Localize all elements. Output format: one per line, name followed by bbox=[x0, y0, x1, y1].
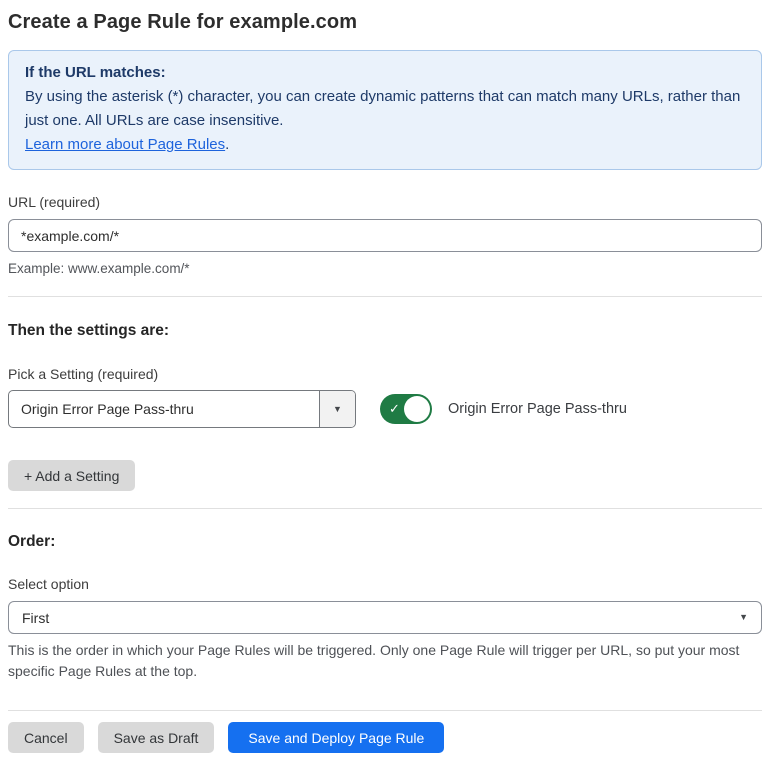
info-box-heading: If the URL matches: bbox=[25, 64, 166, 81]
url-match-info-box: If the URL matches: By using the asteris… bbox=[8, 50, 762, 170]
toggle-knob bbox=[404, 396, 430, 422]
info-box-body: By using the asterisk (*) character, you… bbox=[25, 88, 741, 129]
save-draft-button[interactable]: Save as Draft bbox=[97, 722, 215, 753]
check-icon: ✓ bbox=[389, 401, 400, 416]
setting-dropdown-value: Origin Error Page Pass-thru bbox=[21, 401, 194, 417]
setting-dropdown-arrow-button[interactable]: ▼ bbox=[319, 391, 355, 427]
url-label: URL (required) bbox=[8, 194, 101, 210]
setting-toggle-label: Origin Error Page Pass-thru bbox=[448, 401, 627, 417]
learn-more-link[interactable]: Learn more about Page Rules bbox=[25, 136, 225, 153]
cancel-button[interactable]: Cancel bbox=[8, 722, 84, 753]
save-deploy-button[interactable]: Save and Deploy Page Rule bbox=[228, 722, 445, 753]
page-rule-form: Create a Page Rule for example.com If th… bbox=[0, 0, 770, 765]
setting-dropdown[interactable]: Origin Error Page Pass-thru ▼ bbox=[8, 390, 356, 428]
chevron-down-icon: ▼ bbox=[739, 612, 748, 622]
order-select-value: First bbox=[22, 609, 50, 626]
chevron-down-icon: ▼ bbox=[333, 403, 342, 414]
settings-section-heading: Then the settings are: bbox=[8, 322, 170, 339]
divider bbox=[8, 296, 762, 297]
page-title: Create a Page Rule for example.com bbox=[8, 11, 358, 33]
order-section-heading: Order: bbox=[8, 533, 56, 550]
divider bbox=[8, 508, 762, 509]
divider bbox=[8, 710, 762, 711]
setting-toggle[interactable]: ✓ bbox=[380, 394, 432, 424]
footer-actions: Cancel Save as Draft Save and Deploy Pag… bbox=[8, 722, 762, 753]
order-select[interactable]: First ▼ bbox=[8, 601, 762, 634]
select-option-label: Select option bbox=[8, 576, 89, 592]
info-box-link-line: Learn more about Page Rules. bbox=[25, 133, 745, 157]
url-input[interactable] bbox=[8, 219, 762, 252]
setting-row: Origin Error Page Pass-thru ▼ ✓ Origin E… bbox=[8, 390, 762, 428]
order-helper-text: This is the order in which your Page Rul… bbox=[8, 642, 740, 679]
url-helper-text: Example: www.example.com/* bbox=[8, 261, 190, 276]
add-setting-button[interactable]: + Add a Setting bbox=[8, 460, 136, 491]
link-period: . bbox=[225, 136, 230, 153]
pick-setting-label: Pick a Setting (required) bbox=[8, 366, 159, 382]
